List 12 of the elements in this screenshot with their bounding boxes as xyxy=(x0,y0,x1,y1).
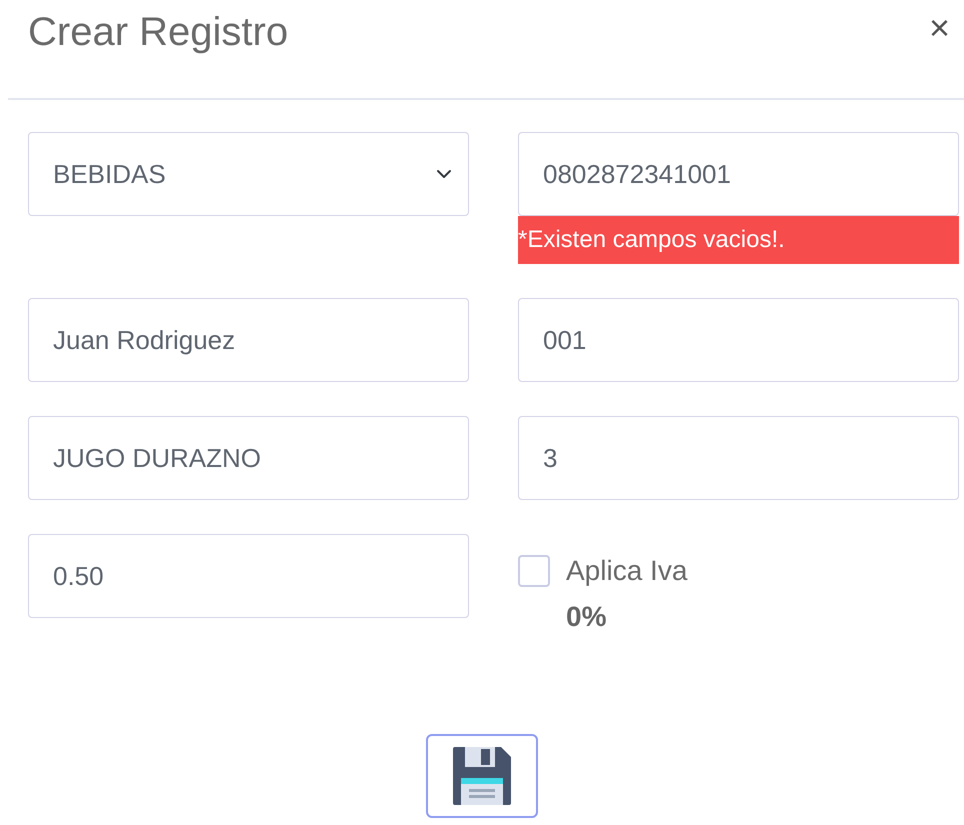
category-select[interactable]: BEBIDAS xyxy=(28,132,469,216)
input-field[interactable]: 001 xyxy=(518,298,959,382)
checkbox-label: Aplica Iva xyxy=(566,554,688,588)
modal-title: Crear Registro xyxy=(28,9,288,56)
input-field[interactable]: 0.50 xyxy=(28,534,469,618)
close-button[interactable]: × xyxy=(928,10,950,46)
iva-percentage: 0% xyxy=(566,600,608,634)
error-message: *Existen campos vacios!. xyxy=(518,216,959,264)
input-field[interactable]: JUGO DURAZNO xyxy=(28,416,469,500)
input-field[interactable]: 0802872341001 xyxy=(518,132,959,216)
input-field[interactable]: 3 xyxy=(518,416,959,500)
input-field[interactable]: Juan Rodriguez xyxy=(28,298,469,382)
